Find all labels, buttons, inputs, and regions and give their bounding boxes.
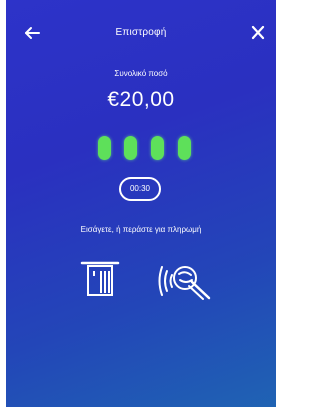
amount-value: €20,00 [107, 88, 175, 111]
contactless-tap-icon [158, 266, 211, 300]
back-arrow-icon [25, 27, 40, 39]
page-title: Επιστροφή [115, 27, 167, 38]
payment-prompt: Εισάγετε, ή περάστε για πληρωμή [80, 225, 202, 234]
close-button[interactable] [246, 22, 270, 44]
back-button[interactable] [20, 22, 44, 44]
close-icon [251, 25, 265, 40]
amount-label: Συνολικό ποσό [114, 69, 168, 78]
header: Επιστροφή [6, 22, 276, 44]
refund-screen: Επιστροφή Συνολικό ποσό €20,00 00:30 Εισ… [6, 0, 276, 407]
countdown-timer: 00:30 [119, 177, 161, 201]
pin-indicator [6, 136, 276, 162]
pin-dot [151, 136, 164, 160]
pin-dot [98, 136, 111, 160]
pin-dot [124, 136, 137, 160]
card-insert-icon [80, 261, 120, 296]
pin-dot [178, 136, 191, 160]
